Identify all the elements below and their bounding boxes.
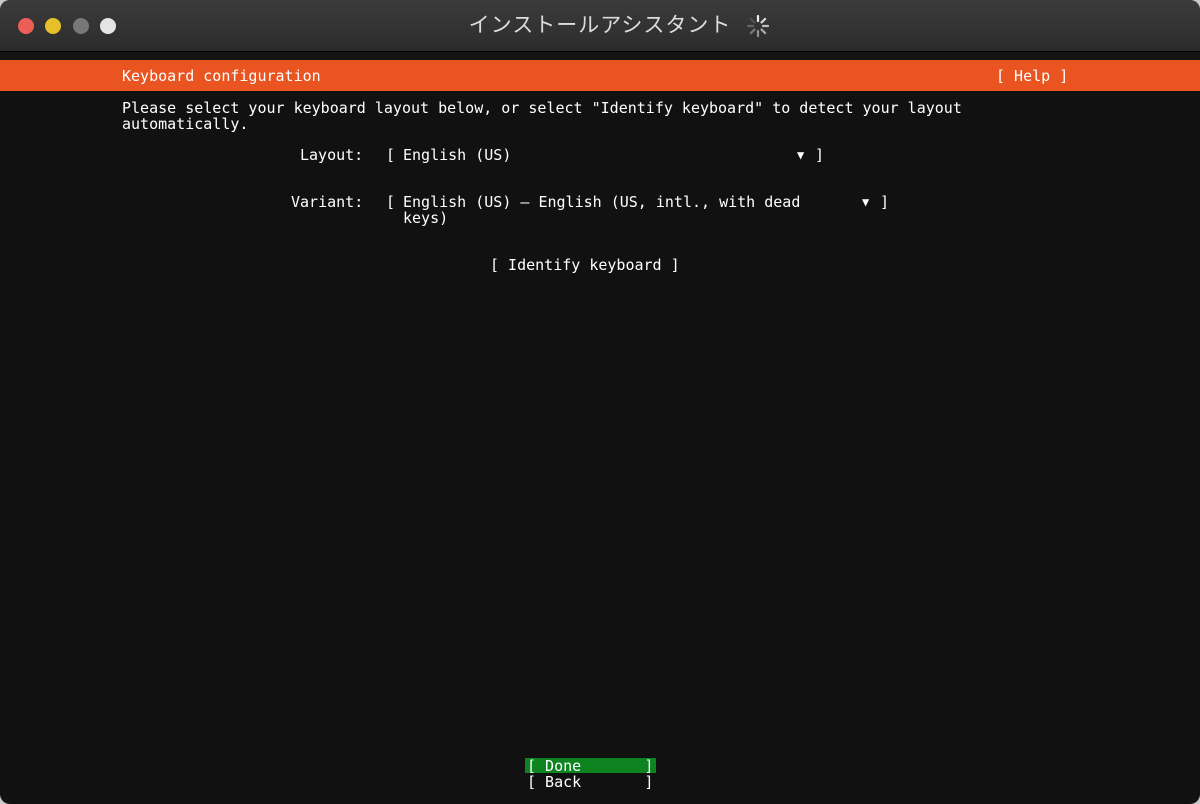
variant-select[interactable]: [ English (US) – English (US, intl., wit… [386, 194, 891, 226]
help-button[interactable]: [ Help ] [996, 68, 1068, 84]
title-divider [0, 52, 1200, 60]
window-title: インストールアシスタント [468, 13, 732, 37]
identify-keyboard-button[interactable]: [ Identify keyboard ] [490, 257, 680, 273]
back-button[interactable]: [ Back ] [525, 773, 656, 791]
variant-value-line-1: English (US) – English (US, intl., with … [403, 193, 801, 211]
layout-label: Layout: [300, 146, 364, 164]
loading-spinner-icon [746, 14, 770, 38]
layout-select[interactable]: [ English (US) ▼ ] [386, 147, 826, 163]
intro-text-line-2: automatically. [122, 115, 249, 133]
variant-label: Variant: [291, 193, 364, 211]
layout-open-bracket: [ [386, 146, 396, 164]
done-button[interactable]: [ Done ] [525, 757, 656, 775]
layout-close-bracket: ] [815, 146, 825, 164]
variant-value-line-2: keys) [403, 209, 449, 227]
done-button-label: [ Done ] [527, 757, 654, 775]
layout-value: English (US) [403, 146, 512, 164]
page-title: Keyboard configuration [122, 67, 321, 85]
variant-close-bracket: ] [880, 193, 890, 211]
intro-text-line-1: Please select your keyboard layout below… [122, 99, 962, 117]
chevron-down-icon: ▼ [862, 195, 870, 209]
header-bar: Keyboard configuration [ Help ] [0, 60, 1200, 91]
chevron-down-icon: ▼ [797, 148, 805, 162]
title-bar: インストールアシスタント [0, 0, 1200, 52]
variant-open-bracket: [ [386, 193, 396, 211]
back-button-label: [ Back ] [527, 773, 654, 791]
installer-window: インストールアシスタント Keyboard configuration [ He… [0, 0, 1200, 804]
